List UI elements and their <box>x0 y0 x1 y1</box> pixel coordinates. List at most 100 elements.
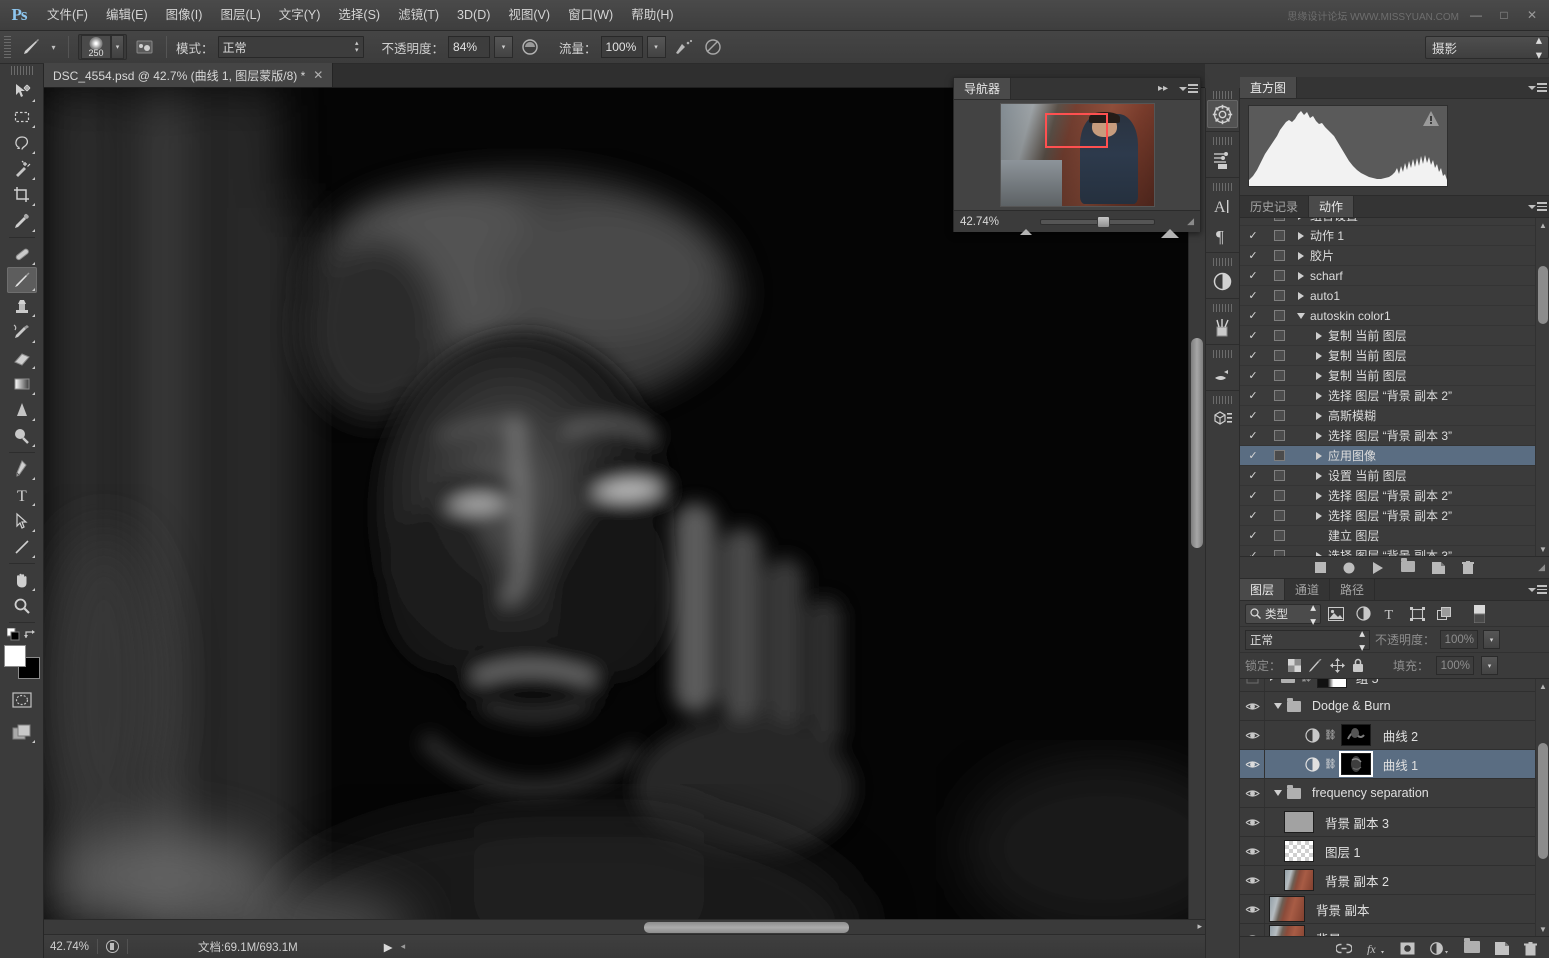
clone-stamp-tool[interactable] <box>7 293 37 319</box>
dock-grip-4[interactable] <box>1213 258 1233 266</box>
layer-visibility-icon[interactable] <box>1240 846 1264 857</box>
layer-row[interactable]: 背景 副本 2 <box>1240 866 1549 895</box>
layer-link-icon[interactable]: ⛓ <box>1300 679 1313 683</box>
action-row[interactable]: ✓ scharf <box>1240 266 1549 286</box>
adjustments-icon[interactable] <box>1207 146 1238 174</box>
action-dialog-toggle-icon[interactable] <box>1266 530 1292 541</box>
close-icon[interactable]: ✕ <box>1521 5 1543 25</box>
canvas-scroll-right-arrow-icon[interactable]: ▸ <box>1197 921 1202 932</box>
layer-visibility-icon[interactable] <box>1240 875 1264 886</box>
action-toggle-icon[interactable]: ✓ <box>1240 369 1266 382</box>
layer-row[interactable]: Dodge & Burn <box>1240 692 1549 721</box>
action-toggle-icon[interactable]: ✓ <box>1240 469 1266 482</box>
zoom-tool[interactable] <box>7 593 37 619</box>
action-dialog-toggle-icon[interactable] <box>1266 290 1292 301</box>
action-dialog-toggle-icon[interactable] <box>1266 550 1292 556</box>
blur-tool-flyout-icon[interactable] <box>32 418 35 421</box>
screen-mode-flyout-icon[interactable] <box>32 740 35 743</box>
action-dialog-toggle-icon[interactable] <box>1266 410 1292 421</box>
tab-channels[interactable]: 通道 <box>1285 579 1330 600</box>
lock-transparent-icon[interactable] <box>1288 659 1301 672</box>
action-toggle-icon[interactable]: ✓ <box>1240 509 1266 522</box>
histogram-warning-icon[interactable] <box>1423 111 1439 126</box>
action-expand-icon[interactable] <box>1292 252 1310 260</box>
layers-list[interactable]: ⛓ 组 5 Dodge & Burn <box>1240 679 1549 936</box>
hand-tool[interactable] <box>7 567 37 593</box>
lock-image-icon[interactable] <box>1308 659 1323 673</box>
action-dialog-toggle-icon[interactable] <box>1266 250 1292 261</box>
action-toggle-icon[interactable]: ✓ <box>1240 329 1266 342</box>
actions-list[interactable]: ✓ 组合设置 ✓ 动作 1 ✓ 胶片 <box>1240 218 1549 556</box>
dock-grip-6[interactable] <box>1213 350 1233 358</box>
blend-mode-select[interactable]: 正常 ▴▾ <box>218 36 364 58</box>
path-selection-tool[interactable] <box>7 508 37 534</box>
layer-visibility-icon[interactable] <box>1240 933 1264 937</box>
layers-scroll-thumb[interactable] <box>1538 743 1548 859</box>
adjustment-layer-icon[interactable] <box>1305 728 1320 743</box>
layer-thumbnail[interactable] <box>1269 896 1305 922</box>
action-toggle-icon[interactable]: ✓ <box>1240 289 1266 302</box>
color-icon[interactable] <box>1207 267 1238 295</box>
layers-panel-menu-icon[interactable] <box>1525 579 1549 600</box>
layer-fill-input[interactable]: 100% <box>1436 656 1474 675</box>
healing-brush-tool-flyout-icon[interactable] <box>32 262 35 265</box>
action-row[interactable]: ✓ 建立 图层 <box>1240 526 1549 546</box>
action-row[interactable]: ✓ 选择 图层 “背景 副本 2” <box>1240 386 1549 406</box>
navigator-collapse-icon[interactable]: ▸▸ <box>1150 78 1176 99</box>
new-layer-icon[interactable] <box>1495 942 1509 955</box>
delete-icon[interactable] <box>1524 942 1537 956</box>
menu-layer[interactable]: 图层(L) <box>211 0 269 31</box>
action-row[interactable]: ✓ 设置 当前 图层 <box>1240 466 1549 486</box>
move-tool[interactable] <box>7 78 37 104</box>
3d-icon[interactable] <box>1207 405 1238 433</box>
action-expand-icon[interactable] <box>1310 372 1328 380</box>
action-expand-icon[interactable] <box>1310 452 1328 460</box>
action-dialog-toggle-icon[interactable] <box>1266 510 1292 521</box>
action-expand-icon[interactable] <box>1292 232 1310 240</box>
action-row[interactable]: ✓ 复制 当前 图层 <box>1240 346 1549 366</box>
default-colors-icon[interactable] <box>7 628 20 641</box>
eraser-tool[interactable] <box>7 345 37 371</box>
brush-tool[interactable] <box>7 267 37 293</box>
action-dialog-toggle-icon[interactable] <box>1266 470 1292 481</box>
character-icon[interactable]: A <box>1207 192 1238 220</box>
paragraph-icon[interactable]: ¶ <box>1207 221 1238 249</box>
play-icon[interactable] <box>1372 562 1384 574</box>
action-dialog-toggle-icon[interactable] <box>1266 270 1292 281</box>
mask-icon[interactable] <box>1400 942 1415 955</box>
pen-tool-flyout-icon[interactable] <box>32 477 35 480</box>
layer-row[interactable]: frequency separation <box>1240 779 1549 808</box>
action-toggle-icon[interactable]: ✓ <box>1240 529 1266 542</box>
hand-tool-flyout-icon[interactable] <box>32 588 35 591</box>
brush-presets-icon[interactable] <box>1207 313 1238 341</box>
tab-navigator[interactable]: 导航器 <box>954 78 1011 99</box>
menu-window[interactable]: 窗口(W) <box>559 0 622 31</box>
layer-visibility-icon[interactable] <box>1240 817 1264 828</box>
layer-group-collapse-icon[interactable] <box>1269 790 1287 796</box>
action-dialog-toggle-icon[interactable] <box>1266 218 1292 221</box>
actions-scroll-thumb[interactable] <box>1538 266 1548 324</box>
delete-icon[interactable] <box>1462 561 1474 574</box>
layer-row[interactable]: 图层 1 <box>1240 837 1549 866</box>
action-toggle-icon[interactable]: ✓ <box>1240 449 1266 462</box>
navigator-resize-grip-icon[interactable]: ◢ <box>1187 216 1194 227</box>
action-expand-icon[interactable] <box>1310 472 1328 480</box>
dock-grip-1[interactable] <box>1213 91 1233 99</box>
action-expand-icon[interactable] <box>1292 313 1310 319</box>
navigator-zoom-slider[interactable] <box>1012 215 1181 229</box>
layer-fill-dropdown-icon[interactable]: ▾ <box>1481 656 1498 675</box>
foreground-color-swatch[interactable] <box>4 645 26 667</box>
new-action-icon[interactable] <box>1432 562 1445 574</box>
actions-scroll-up-icon[interactable]: ▲ <box>1536 218 1549 232</box>
layer-filter-type-select[interactable]: 类型 ▴▾ <box>1245 604 1321 624</box>
magic-wand-tool-flyout-icon[interactable] <box>32 177 35 180</box>
move-tool-flyout-icon[interactable] <box>32 99 35 102</box>
action-row[interactable]: ✓ 选择 图层 “背景 副本 2” <box>1240 486 1549 506</box>
menu-help[interactable]: 帮助(H) <box>622 0 682 31</box>
tablet-pressure-icon[interactable] <box>700 35 726 60</box>
action-toggle-icon[interactable]: ✓ <box>1240 218 1266 222</box>
path-selection-tool-flyout-icon[interactable] <box>32 529 35 532</box>
action-row[interactable]: ✓ autoskin color1 <box>1240 306 1549 326</box>
adjustment-filter-icon[interactable] <box>1351 603 1375 624</box>
action-row[interactable]: ✓ 组合设置 <box>1240 218 1549 226</box>
